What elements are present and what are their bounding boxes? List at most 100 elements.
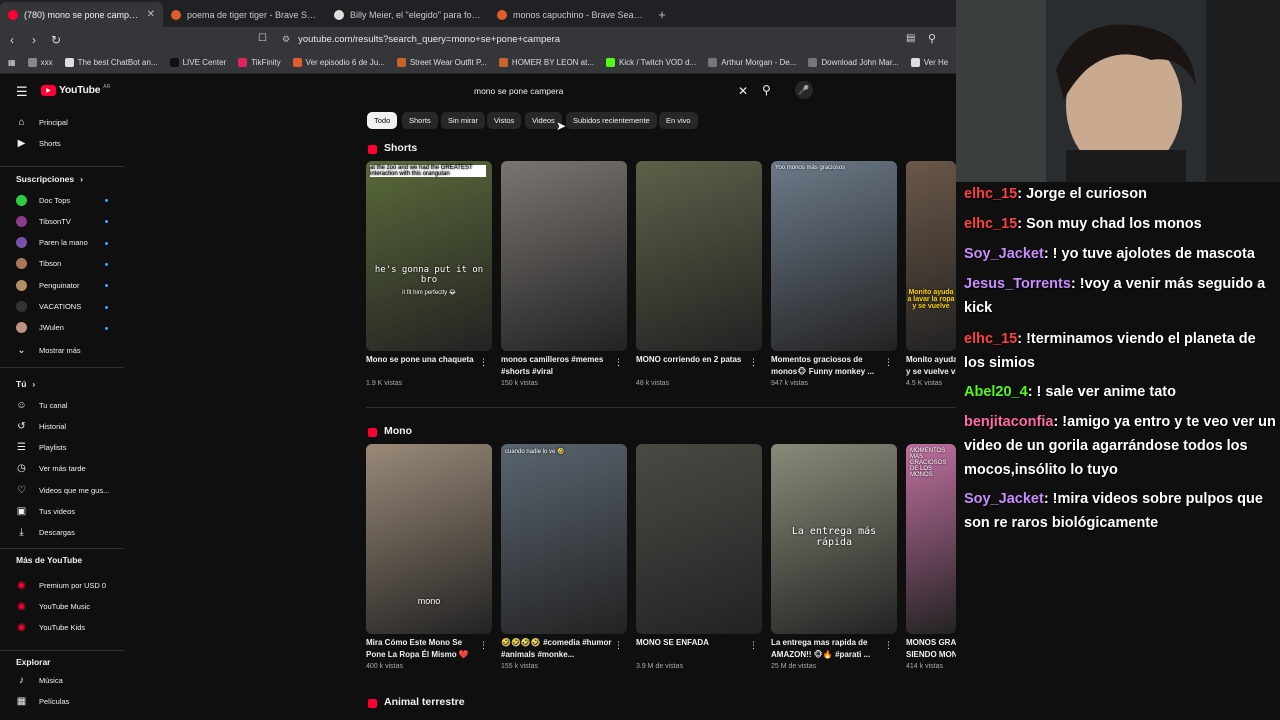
video-thumbnail[interactable]: MOMENTOS MAS GRACIOSOS DE LOS MONOS [906, 444, 956, 634]
sidebar-item[interactable]: Tibson [0, 254, 124, 274]
sidebar-item[interactable]: ⌄ Mostrar más [0, 340, 124, 360]
sidebar-item[interactable]: VACATIONS [0, 297, 124, 317]
bookmark-item[interactable]: The best ChatBot an... [59, 58, 164, 67]
chat-username[interactable]: Soy_Jacket [964, 491, 1044, 507]
new-tab-button[interactable]: + [652, 2, 672, 27]
bookmark-item[interactable]: Arthur Morgan - De... [702, 58, 802, 67]
chat-username[interactable]: elhc_15 [964, 186, 1017, 202]
cast-icon[interactable]: ▤ [906, 33, 915, 44]
bookmark-item[interactable]: Street Wear Outfit P... [391, 58, 493, 67]
more-options-icon[interactable]: ⋮ [479, 640, 488, 651]
video-title[interactable]: La entrega mas rapida de AMAZON!! 🐵🔥 #pa… [771, 637, 883, 660]
forward-button[interactable]: › [24, 33, 44, 47]
youtube-app-icon: ◉ [17, 622, 26, 634]
sidebar-item[interactable]: ◉ YouTube Kids [0, 618, 124, 638]
sidebar-item[interactable]: Paren la mano [0, 233, 124, 253]
apps-icon[interactable]: ▦ [0, 58, 22, 67]
sidebar-item[interactable]: JWulen [0, 318, 124, 338]
sidebar-item[interactable]: ◷ Ver más tarde [0, 459, 124, 479]
sidebar-item[interactable]: ♪ Música [0, 670, 124, 690]
bookmark-item[interactable]: Ver He [905, 58, 954, 67]
sidebar-item[interactable]: ▣ Tus videos [0, 502, 124, 522]
reload-icon[interactable]: ↻ [46, 33, 66, 47]
site-info-icon[interactable]: ⚙ [282, 34, 290, 45]
chat-username[interactable]: elhc_15 [964, 331, 1017, 347]
more-options-icon[interactable]: ⋮ [749, 357, 758, 368]
video-thumbnail[interactable]: Yoo monos más graciosos [771, 161, 897, 351]
chat-username[interactable]: benjitaconfia [964, 414, 1053, 430]
new-content-dot [105, 199, 108, 202]
video-thumbnail[interactable]: La entrega más rápida [771, 444, 897, 634]
video-views: 400 k vistas [366, 663, 403, 670]
video-thumbnail[interactable] [636, 161, 762, 351]
video-thumbnail[interactable] [501, 161, 627, 351]
bookmark-label: Ver episodio 6 de Ju... [305, 58, 385, 67]
bookmark-item[interactable]: xxx [22, 58, 59, 67]
chat-username[interactable]: Jesus_Torrents [964, 276, 1071, 292]
bookmark-item[interactable]: HOMER BY LEON at... [493, 58, 600, 67]
you-heading[interactable]: Tú › [16, 379, 35, 389]
browser-tab[interactable]: Billy Meier, el "elegido" para fotografi [326, 2, 489, 27]
filter-chip[interactable]: Vistos [487, 112, 522, 129]
chat-username[interactable]: Soy_Jacket [964, 246, 1044, 262]
sidebar-item[interactable]: ☺ Tu canal [0, 395, 124, 415]
thumbnail-caption: mono [417, 596, 441, 606]
url-field[interactable]: youtube.com/results?search_query=mono+se… [298, 34, 560, 45]
sidebar-item[interactable]: ♡ Videos que me gus... [0, 480, 124, 500]
filter-chip[interactable]: En vivo [659, 112, 698, 129]
sidebar-item-label: TibsonTV [39, 216, 71, 226]
browser-tab[interactable]: (780) mono se pone campera - Y ✕ [0, 2, 163, 27]
close-tab-icon[interactable]: ✕ [147, 9, 155, 20]
sidebar-item[interactable]: ▶ Shorts [0, 134, 124, 154]
more-options-icon[interactable]: ⋮ [614, 357, 623, 368]
search-input[interactable]: mono se pone campera [474, 86, 563, 96]
video-thumbnail[interactable]: cuando nadie lo ve 🤣 [501, 444, 627, 634]
sidebar-item[interactable]: ⌂ Principal [0, 112, 124, 132]
more-options-icon[interactable]: ⋮ [749, 640, 758, 651]
browser-tab[interactable]: monos capuchino - Brave Search [489, 2, 652, 27]
bookmark-item[interactable]: Ver episodio 6 de Ju... [287, 58, 391, 67]
subscriptions-heading[interactable]: Suscripciones › [16, 174, 83, 184]
filter-chip[interactable]: Shorts [402, 112, 438, 129]
video-title[interactable]: Mono se pone una chaqueta [366, 354, 478, 366]
bookmark-item[interactable]: LIVE Center [164, 58, 233, 67]
zoom-icon[interactable]: ⚲ [928, 32, 936, 45]
video-title[interactable]: MONO corriendo en 2 patas [636, 354, 748, 366]
video-title[interactable]: MONO SE ENFADA [636, 637, 748, 649]
sidebar-divider [0, 166, 124, 167]
back-button[interactable]: ‹ [2, 33, 22, 47]
filter-chip[interactable]: Sin mirar [441, 112, 486, 129]
sidebar-item[interactable]: ☰ Playlists [0, 438, 124, 458]
video-title[interactable]: monos camilleros #memes #shorts #viral [501, 354, 613, 377]
browser-tab[interactable]: poema de tiger tiger - Brave Search [163, 2, 326, 27]
bookmark-item[interactable]: Kick / Twitch VOD d... [600, 58, 702, 67]
filter-chip[interactable]: Todo [367, 112, 398, 129]
bookmark-item[interactable]: Download John Mar... [802, 58, 904, 67]
video-title[interactable]: Mira Cómo Este Mono Se Pone La Ropa Él M… [366, 637, 478, 660]
sidebar-item[interactable]: ⤓ Descargas [0, 523, 124, 543]
video-thumbnail[interactable] [636, 444, 762, 634]
bookmark-item[interactable]: TikFinity [232, 58, 286, 67]
sidebar-item[interactable]: Penguinator [0, 275, 124, 295]
video-thumbnail[interactable]: Monito ayuda a lavar la ropa y se vuelve [906, 161, 956, 351]
chat-username[interactable]: Abel20_4 [964, 384, 1028, 400]
sidebar-item[interactable]: TibsonTV [0, 211, 124, 231]
sidebar-item[interactable]: ↺ Historial [0, 416, 124, 436]
sidebar-item[interactable]: ◉ Premium por USD 0 [0, 575, 124, 595]
chat-username[interactable]: elhc_15 [964, 216, 1017, 232]
more-options-icon[interactable]: ⋮ [479, 357, 488, 368]
sidebar-item[interactable]: ◉ YouTube Music [0, 596, 124, 616]
clear-search-icon[interactable]: ✕ [738, 84, 748, 98]
video-title[interactable]: 🤣🤣🤣🤣 #comedia #humor #animals #monke... [501, 637, 613, 660]
video-title[interactable]: Momentos graciosos de monos🐵 Funny monke… [771, 354, 883, 377]
more-options-icon[interactable]: ⋮ [884, 640, 893, 651]
more-options-icon[interactable]: ⋮ [614, 640, 623, 651]
filter-chip[interactable]: Subidos recientemente [566, 112, 657, 129]
microphone-icon[interactable]: 🎤 [795, 81, 813, 99]
search-icon[interactable]: ⚲ [762, 83, 771, 97]
video-thumbnail[interactable]: mono [366, 444, 492, 634]
sidebar-item[interactable]: Doc Tops [0, 190, 124, 210]
more-options-icon[interactable]: ⋮ [884, 357, 893, 368]
video-thumbnail[interactable]: at the zoo and we had the GREATEST inter… [366, 161, 492, 351]
sidebar-item[interactable]: ▦ Películas [0, 691, 124, 711]
